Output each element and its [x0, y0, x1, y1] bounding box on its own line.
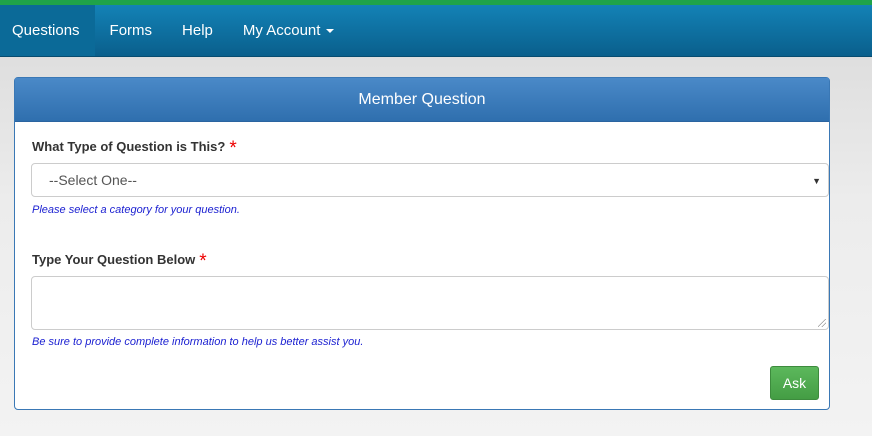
- resize-handle-icon[interactable]: [818, 319, 826, 327]
- question-text-label: Type Your Question Below *: [32, 251, 207, 273]
- nav-item-questions[interactable]: Questions: [0, 5, 95, 56]
- member-question-panel: Member Question What Type of Question is…: [14, 77, 830, 410]
- nav-item-label: Questions: [12, 22, 80, 39]
- required-asterisk: *: [199, 251, 207, 272]
- panel-title: Member Question: [15, 78, 829, 122]
- question-type-select[interactable]: --Select One-- ▼: [31, 163, 829, 197]
- select-value: --Select One--: [49, 172, 137, 188]
- nav-item-forms[interactable]: Forms: [95, 5, 168, 56]
- dropdown-arrow-icon: ▼: [812, 176, 821, 186]
- question-text-label-text: Type Your Question Below: [32, 252, 196, 267]
- navbar: Questions Forms Help My Account: [0, 5, 872, 57]
- nav-item-label: Help: [182, 22, 213, 39]
- caret-down-icon: [326, 28, 335, 33]
- nav-item-label: My Account: [242, 22, 321, 39]
- nav-item-label: Forms: [109, 22, 153, 39]
- question-type-label-text: What Type of Question is This?: [32, 139, 226, 154]
- question-text-help: Be sure to provide complete information …: [32, 336, 364, 348]
- ask-button[interactable]: Ask: [770, 366, 819, 400]
- required-asterisk: *: [229, 138, 237, 159]
- nav-item-help[interactable]: Help: [167, 5, 228, 56]
- question-type-label: What Type of Question is This? *: [32, 138, 237, 160]
- nav-item-my-account[interactable]: My Account: [228, 5, 350, 56]
- question-textarea[interactable]: [31, 276, 829, 330]
- question-type-help: Please select a category for your questi…: [32, 204, 240, 216]
